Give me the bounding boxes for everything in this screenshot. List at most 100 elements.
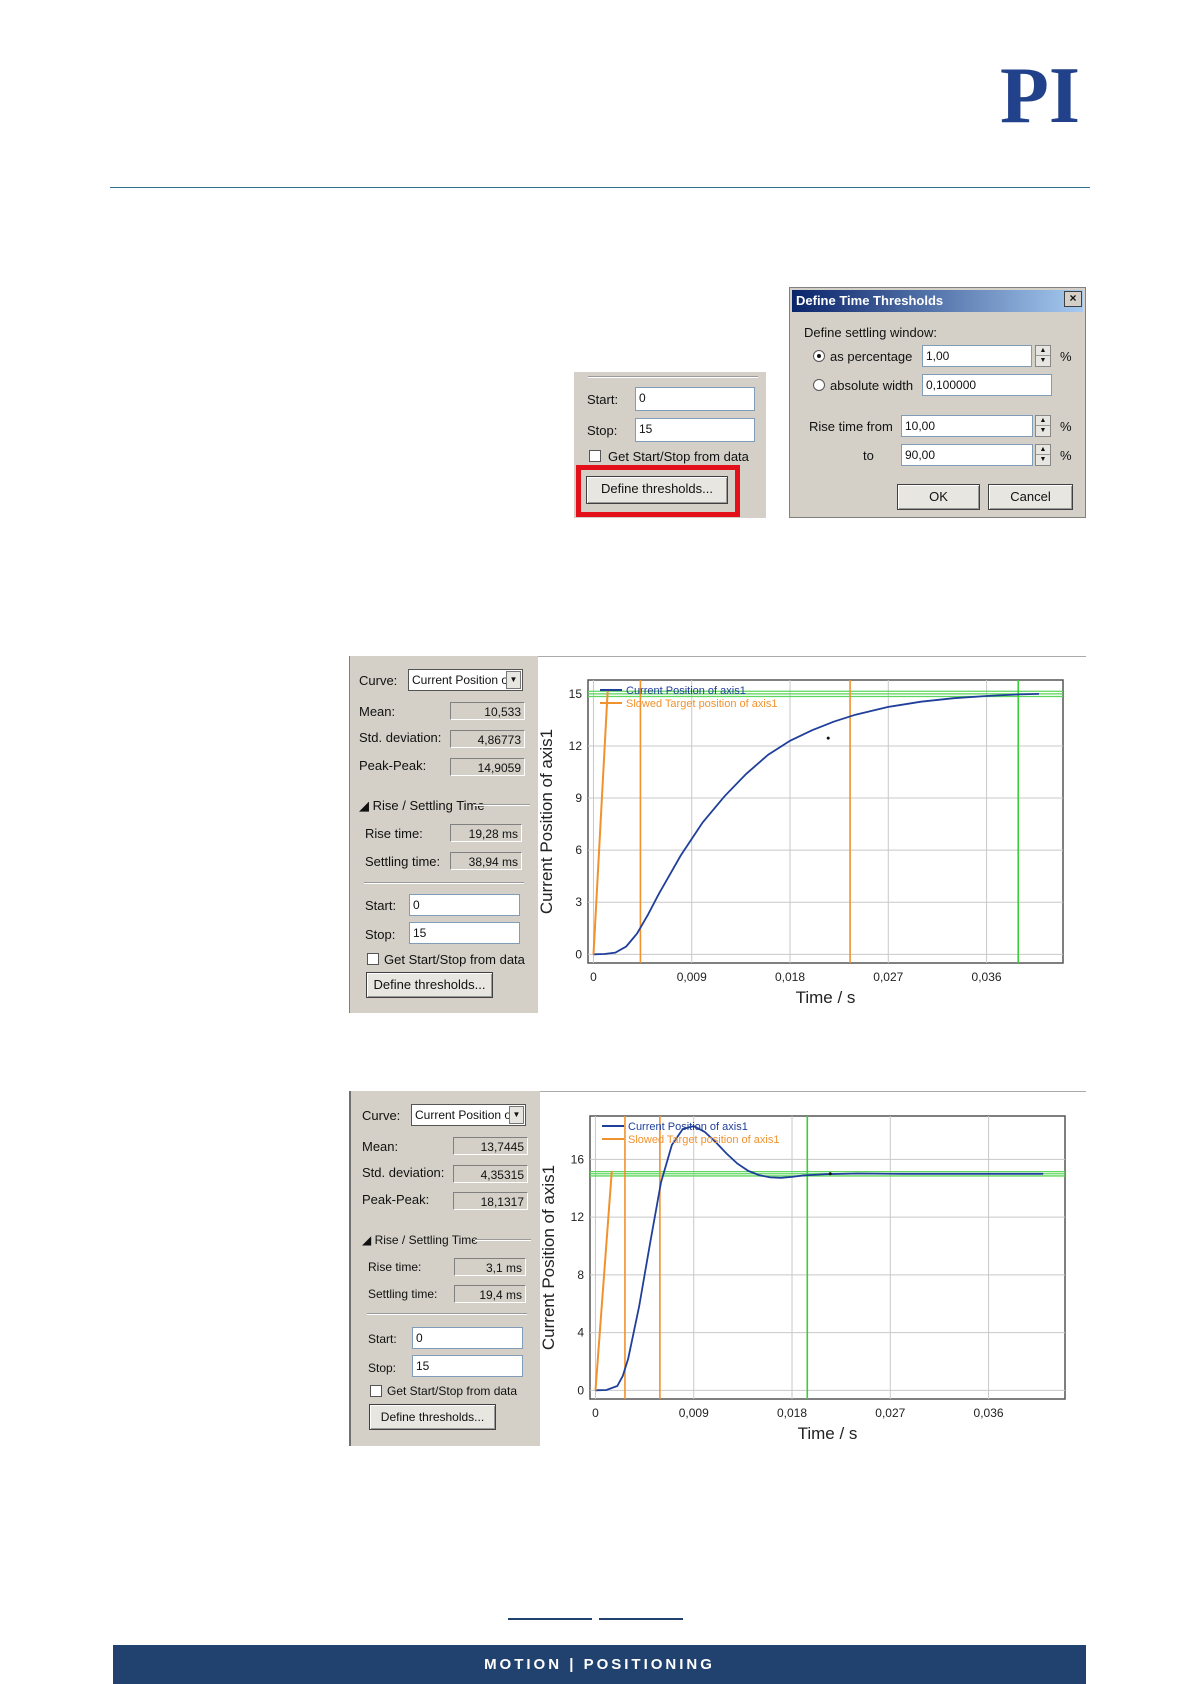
stop-label: Stop: bbox=[368, 1361, 397, 1375]
as-percentage-spinner[interactable]: ▲ ▼ bbox=[1035, 345, 1051, 367]
std-label: Std. deviation: bbox=[362, 1165, 445, 1180]
pi-logo: PI bbox=[978, 52, 1102, 140]
curve-label: Curve: bbox=[362, 1108, 401, 1123]
chevron-down-icon: ▼ bbox=[509, 1106, 524, 1124]
x-axis-label: Time / s bbox=[798, 1424, 858, 1443]
y-tick-label: 12 bbox=[569, 739, 583, 753]
mean-label: Mean: bbox=[362, 1139, 399, 1154]
x-tick-label: 0 bbox=[592, 1406, 599, 1420]
svg-text:PI: PI bbox=[1000, 62, 1080, 128]
footer-link-underline-1[interactable] bbox=[508, 1618, 592, 1620]
rise-time-value: 3,1 ms bbox=[454, 1258, 526, 1276]
legend-label: Current Position of axis1 bbox=[628, 1121, 748, 1133]
start-label: Start: bbox=[587, 392, 619, 407]
x-tick-label: 0,027 bbox=[873, 970, 903, 984]
peak-peak-value: 14,9059 bbox=[450, 758, 525, 776]
rise-to-input[interactable]: 90,00 bbox=[901, 444, 1033, 466]
rise-from-input[interactable]: 10,00 bbox=[901, 415, 1033, 437]
define-thresholds-button[interactable]: Define thresholds... bbox=[366, 972, 493, 998]
curve-label: Curve: bbox=[359, 673, 398, 688]
get-start-stop-checkbox[interactable] bbox=[370, 1385, 382, 1397]
rise-time-from-label: Rise time from bbox=[809, 419, 893, 434]
step-response-chart-2: 0 0,009 0,018 0,027 0,036 0 4 8 12 16 Current Posi… bbox=[539, 1115, 1066, 1443]
define-thresholds-dialog: Define Time Thresholds × Define settling… bbox=[789, 287, 1086, 518]
rise-settling-section[interactable]: ◢ Rise / Settling Time bbox=[362, 1233, 478, 1247]
stop-input[interactable]: 15 bbox=[409, 922, 520, 944]
percent-unit-1: % bbox=[1060, 349, 1072, 364]
cancel-button[interactable]: Cancel bbox=[988, 484, 1073, 510]
y-tick-label: 4 bbox=[577, 1326, 584, 1340]
x-tick-label: 0,009 bbox=[679, 1406, 709, 1420]
y-axis-label: Current Position of axis1 bbox=[540, 1165, 558, 1350]
std-value: 4,86773 bbox=[450, 730, 525, 748]
chart-area-1: 0 0,009 0,018 0,027 0,036 0 3 6 9 12 15 Current Pos… bbox=[537, 656, 1086, 1014]
plot-frame bbox=[587, 679, 1064, 964]
percent-unit-3: % bbox=[1060, 448, 1072, 463]
cursor-point bbox=[826, 736, 830, 740]
step-response-chart-1: 0 0,009 0,018 0,027 0,036 0 3 6 9 12 15 Current Pos… bbox=[537, 679, 1064, 1007]
absolute-width-radio[interactable] bbox=[813, 379, 825, 391]
chevron-down-icon: ▼ bbox=[506, 671, 521, 689]
rise-settling-section[interactable]: ◢ Rise / Settling Time bbox=[359, 798, 485, 814]
y-tick-label: 15 bbox=[569, 687, 583, 701]
start-input[interactable]: 0 bbox=[635, 387, 755, 411]
as-percentage-radio[interactable] bbox=[813, 350, 825, 362]
y-tick-label: 3 bbox=[575, 895, 582, 909]
curve-select[interactable]: Current Position o ▼ bbox=[411, 1104, 526, 1126]
curve-select-value: Current Position o bbox=[412, 673, 509, 687]
x-axis-label: Time / s bbox=[796, 988, 856, 1007]
peak-peak-label: Peak-Peak: bbox=[359, 758, 427, 773]
curve-select[interactable]: Current Position o ▼ bbox=[408, 669, 523, 691]
define-thresholds-button[interactable]: Define thresholds... bbox=[586, 476, 728, 504]
header-rule bbox=[110, 187, 1090, 188]
start-label: Start: bbox=[368, 1332, 397, 1346]
rise-settling-title: Rise / Settling Time bbox=[374, 1233, 478, 1247]
percent-unit-2: % bbox=[1060, 419, 1072, 434]
rise-settling-title: Rise / Settling Time bbox=[372, 798, 485, 813]
get-start-stop-checkbox[interactable] bbox=[367, 953, 379, 965]
stop-label: Stop: bbox=[587, 423, 618, 438]
curve-select-value: Current Position o bbox=[415, 1108, 512, 1122]
as-percentage-input[interactable]: 1,00 bbox=[922, 345, 1032, 367]
legend-label: Slowed Target position of axis1 bbox=[626, 698, 777, 710]
get-start-stop-checkbox[interactable] bbox=[589, 450, 601, 462]
rise-time-to-label: to bbox=[863, 448, 874, 463]
start-input[interactable]: 0 bbox=[409, 894, 520, 916]
std-label: Std. deviation: bbox=[359, 730, 442, 745]
x-tick-label: 0,018 bbox=[777, 1406, 807, 1420]
mean-value: 10,533 bbox=[450, 702, 525, 720]
rise-time-label: Rise time: bbox=[365, 826, 423, 841]
start-label: Start: bbox=[365, 898, 397, 913]
footer-tagline: MOTION | POSITIONING bbox=[113, 1645, 1086, 1684]
absolute-width-input[interactable]: 0,100000 bbox=[922, 374, 1052, 396]
rise-to-spinner[interactable]: ▲ ▼ bbox=[1035, 444, 1051, 466]
settling-window-label: Define settling window: bbox=[804, 325, 937, 340]
legend-label: Slowed Target position of axis1 bbox=[628, 1134, 779, 1146]
legend-label: Current Position of axis1 bbox=[626, 685, 746, 697]
rise-from-spinner[interactable]: ▲ ▼ bbox=[1035, 415, 1051, 437]
footer-link-underline-2[interactable] bbox=[599, 1618, 683, 1620]
define-thresholds-button[interactable]: Define thresholds... bbox=[369, 1404, 496, 1430]
y-tick-label: 0 bbox=[577, 1383, 584, 1397]
peak-peak-value: 18,1317 bbox=[453, 1192, 528, 1210]
get-start-stop-label: Get Start/Stop from data bbox=[384, 952, 525, 967]
triangle-icon: ◢ bbox=[362, 1233, 372, 1247]
start-input[interactable]: 0 bbox=[412, 1327, 523, 1349]
get-start-stop-label: Get Start/Stop from data bbox=[608, 449, 749, 464]
x-tick-label: 0,018 bbox=[775, 970, 805, 984]
close-icon[interactable]: × bbox=[1064, 291, 1082, 307]
ok-button[interactable]: OK bbox=[897, 484, 980, 510]
cursor-point bbox=[828, 1172, 832, 1176]
y-tick-label: 12 bbox=[571, 1210, 585, 1224]
absolute-width-label: absolute width bbox=[830, 378, 914, 393]
mean-value: 13,7445 bbox=[453, 1137, 528, 1155]
settling-time-value: 38,94 ms bbox=[450, 852, 522, 870]
stop-input[interactable]: 15 bbox=[635, 418, 755, 442]
x-tick-label: 0,009 bbox=[677, 970, 707, 984]
x-tick-label: 0,036 bbox=[974, 1406, 1004, 1420]
settling-time-value: 19,4 ms bbox=[454, 1285, 526, 1303]
peak-peak-label: Peak-Peak: bbox=[362, 1192, 430, 1207]
chart-area-2: 0 0,009 0,018 0,027 0,036 0 4 8 12 16 Current Posi… bbox=[539, 1091, 1086, 1447]
plot-frame bbox=[589, 1115, 1066, 1400]
stop-input[interactable]: 15 bbox=[412, 1355, 523, 1377]
